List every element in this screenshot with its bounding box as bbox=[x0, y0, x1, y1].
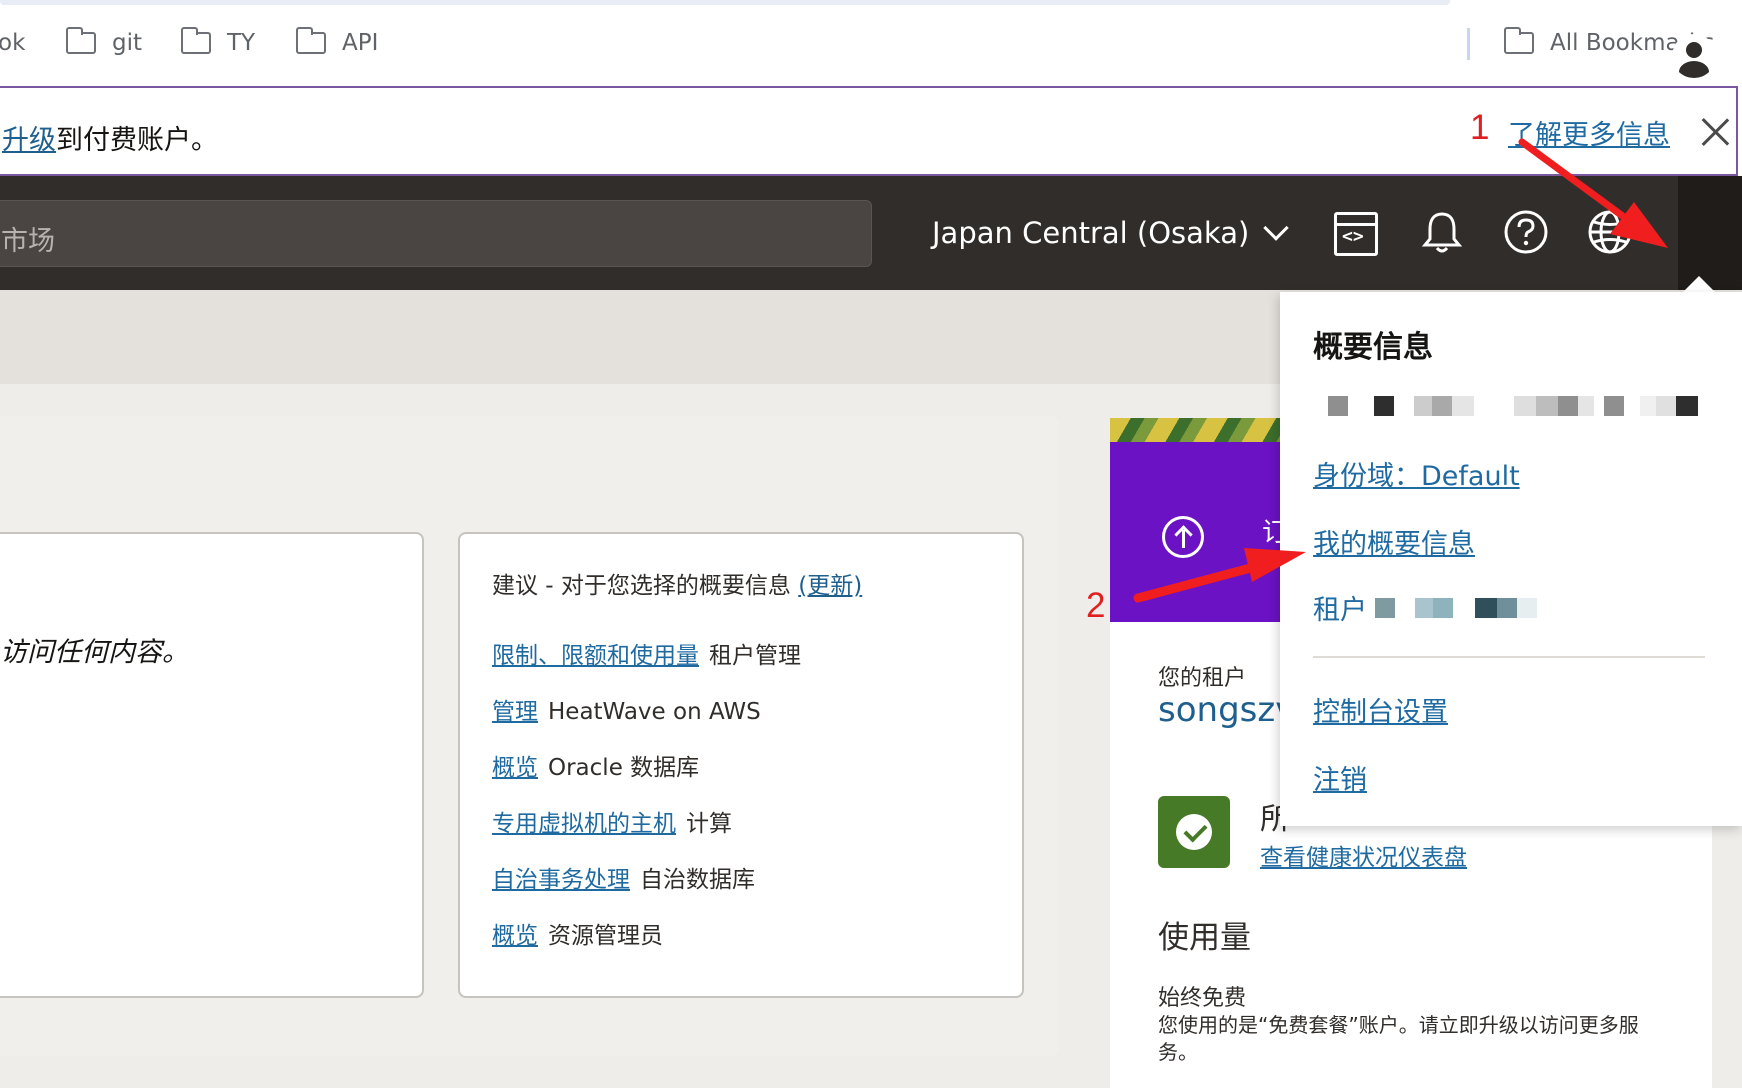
bookmark-folder-api[interactable]: API bbox=[295, 26, 379, 60]
usage-description: 您使用的是“免费套餐”账户。请立即升级以访问更多服务。 bbox=[1158, 1013, 1639, 1064]
console-settings-link[interactable]: 控制台设置 bbox=[1313, 690, 1448, 729]
globe-icon[interactable] bbox=[1586, 208, 1634, 256]
close-icon[interactable] bbox=[1698, 114, 1732, 148]
region-label: Japan Central (Osaka) bbox=[932, 216, 1250, 250]
upgrade-link[interactable]: 升级 bbox=[2, 125, 56, 156]
identity-domain-link[interactable]: 身份域：Default bbox=[1313, 454, 1520, 493]
usage-title: 使用量 bbox=[1158, 920, 1251, 956]
recommendation-item: 管理 HeatWave on AWS bbox=[492, 692, 761, 726]
bookmarks-divider bbox=[1467, 28, 1470, 60]
bookmark-folder-git[interactable]: git bbox=[65, 26, 143, 60]
recommendations-title-text: 建议 - 对于您选择的概要信息 bbox=[492, 573, 791, 599]
menu-divider bbox=[1313, 656, 1705, 658]
folder-icon bbox=[295, 27, 326, 54]
profile-menu-title: 概要信息 bbox=[1313, 330, 1433, 365]
sign-out-link[interactable]: 注销 bbox=[1313, 758, 1367, 797]
search-input[interactable]: 市场 bbox=[0, 200, 872, 267]
recommendation-item: 专用虚拟机的主机 计算 bbox=[492, 804, 732, 838]
recommendation-category: 计算 bbox=[686, 811, 732, 837]
recommendation-category: 资源管理员 bbox=[548, 923, 663, 949]
recommendation-link[interactable]: 限制、限额和使用量 bbox=[492, 643, 699, 669]
refresh-link[interactable]: (更新) bbox=[798, 573, 862, 599]
learn-more-link[interactable]: 了解更多信息 bbox=[1508, 113, 1670, 152]
annotation-step-2: 2 bbox=[1086, 586, 1106, 625]
bookmarks-bar: ok git TY API All Bookmarks bbox=[0, 0, 1742, 86]
usage-subtitle: 始终免费 bbox=[1158, 986, 1247, 1011]
announcement-text: 升级到付费账户。 bbox=[2, 118, 218, 157]
check-icon bbox=[1158, 796, 1230, 868]
chevron-down-icon bbox=[1263, 215, 1290, 241]
region-selector[interactable]: Japan Central (Osaka) bbox=[932, 215, 1290, 250]
profile-button-area[interactable] bbox=[1678, 176, 1742, 290]
tenancy-menu-label: 租户 bbox=[1313, 595, 1367, 626]
info-card-text: 访问任何内容。 bbox=[0, 637, 189, 668]
address-bar-edge bbox=[0, 0, 1450, 5]
tenancy-label: 您的租户 bbox=[1158, 666, 1247, 691]
tenancy-name[interactable]: songszv bbox=[1158, 690, 1295, 730]
help-icon[interactable] bbox=[1502, 208, 1550, 256]
code-editor-icon[interactable]: <> bbox=[1334, 212, 1378, 256]
search-placeholder: 市场 bbox=[1, 226, 55, 257]
tenancy-menu-item[interactable]: 租户 bbox=[1313, 588, 1537, 627]
recommendation-link[interactable]: 自治事务处理 bbox=[492, 867, 630, 893]
redacted-tenancy bbox=[1375, 597, 1537, 618]
folder-icon bbox=[180, 27, 211, 54]
recommendation-item: 限制、限额和使用量 租户管理 bbox=[492, 636, 801, 670]
health-dashboard-link[interactable]: 查看健康状况仪表盘 bbox=[1260, 838, 1467, 872]
recommendation-item: 概览 资源管理员 bbox=[492, 916, 663, 950]
folder-icon bbox=[65, 27, 96, 54]
recommendation-item: 概览 Oracle 数据库 bbox=[492, 748, 699, 782]
recommendation-link[interactable]: 专用虚拟机的主机 bbox=[492, 811, 676, 837]
announcement-message: 到付费账户。 bbox=[56, 125, 218, 156]
dropdown-caret bbox=[1683, 276, 1715, 292]
bookmark-label: API bbox=[342, 30, 379, 56]
recommendation-item: 自治事务处理 自治数据库 bbox=[492, 860, 755, 894]
recommendation-category: 自治数据库 bbox=[640, 867, 755, 893]
recommendation-category: HeatWave on AWS bbox=[548, 699, 761, 725]
bookmark-label: ok bbox=[0, 30, 26, 56]
bookmark-label: TY bbox=[227, 30, 256, 56]
recommendation-link[interactable]: 概览 bbox=[492, 755, 538, 781]
user-avatar-icon[interactable] bbox=[1672, 34, 1716, 78]
folder-icon bbox=[1503, 27, 1534, 54]
bookmark-item[interactable]: ok bbox=[0, 26, 25, 60]
recommendation-category: Oracle 数据库 bbox=[548, 755, 700, 781]
annotation-step-1: 1 bbox=[1470, 108, 1490, 147]
recommendation-category: 租户管理 bbox=[709, 643, 801, 669]
upgrade-arrow-icon bbox=[1162, 516, 1204, 558]
bookmark-label: git bbox=[112, 30, 143, 56]
bookmark-folder-ty[interactable]: TY bbox=[180, 26, 256, 60]
banner-pattern bbox=[1110, 418, 1280, 442]
recommendation-link[interactable]: 概览 bbox=[492, 923, 538, 949]
recommendation-link[interactable]: 管理 bbox=[492, 699, 538, 725]
my-profile-link[interactable]: 我的概要信息 bbox=[1313, 522, 1475, 561]
info-card bbox=[0, 532, 424, 998]
recommendations-title: 建议 - 对于您选择的概要信息 (更新) bbox=[492, 566, 862, 600]
bell-icon[interactable] bbox=[1418, 208, 1466, 256]
console-header: 市场 Japan Central (Osaka) <> bbox=[0, 176, 1742, 290]
